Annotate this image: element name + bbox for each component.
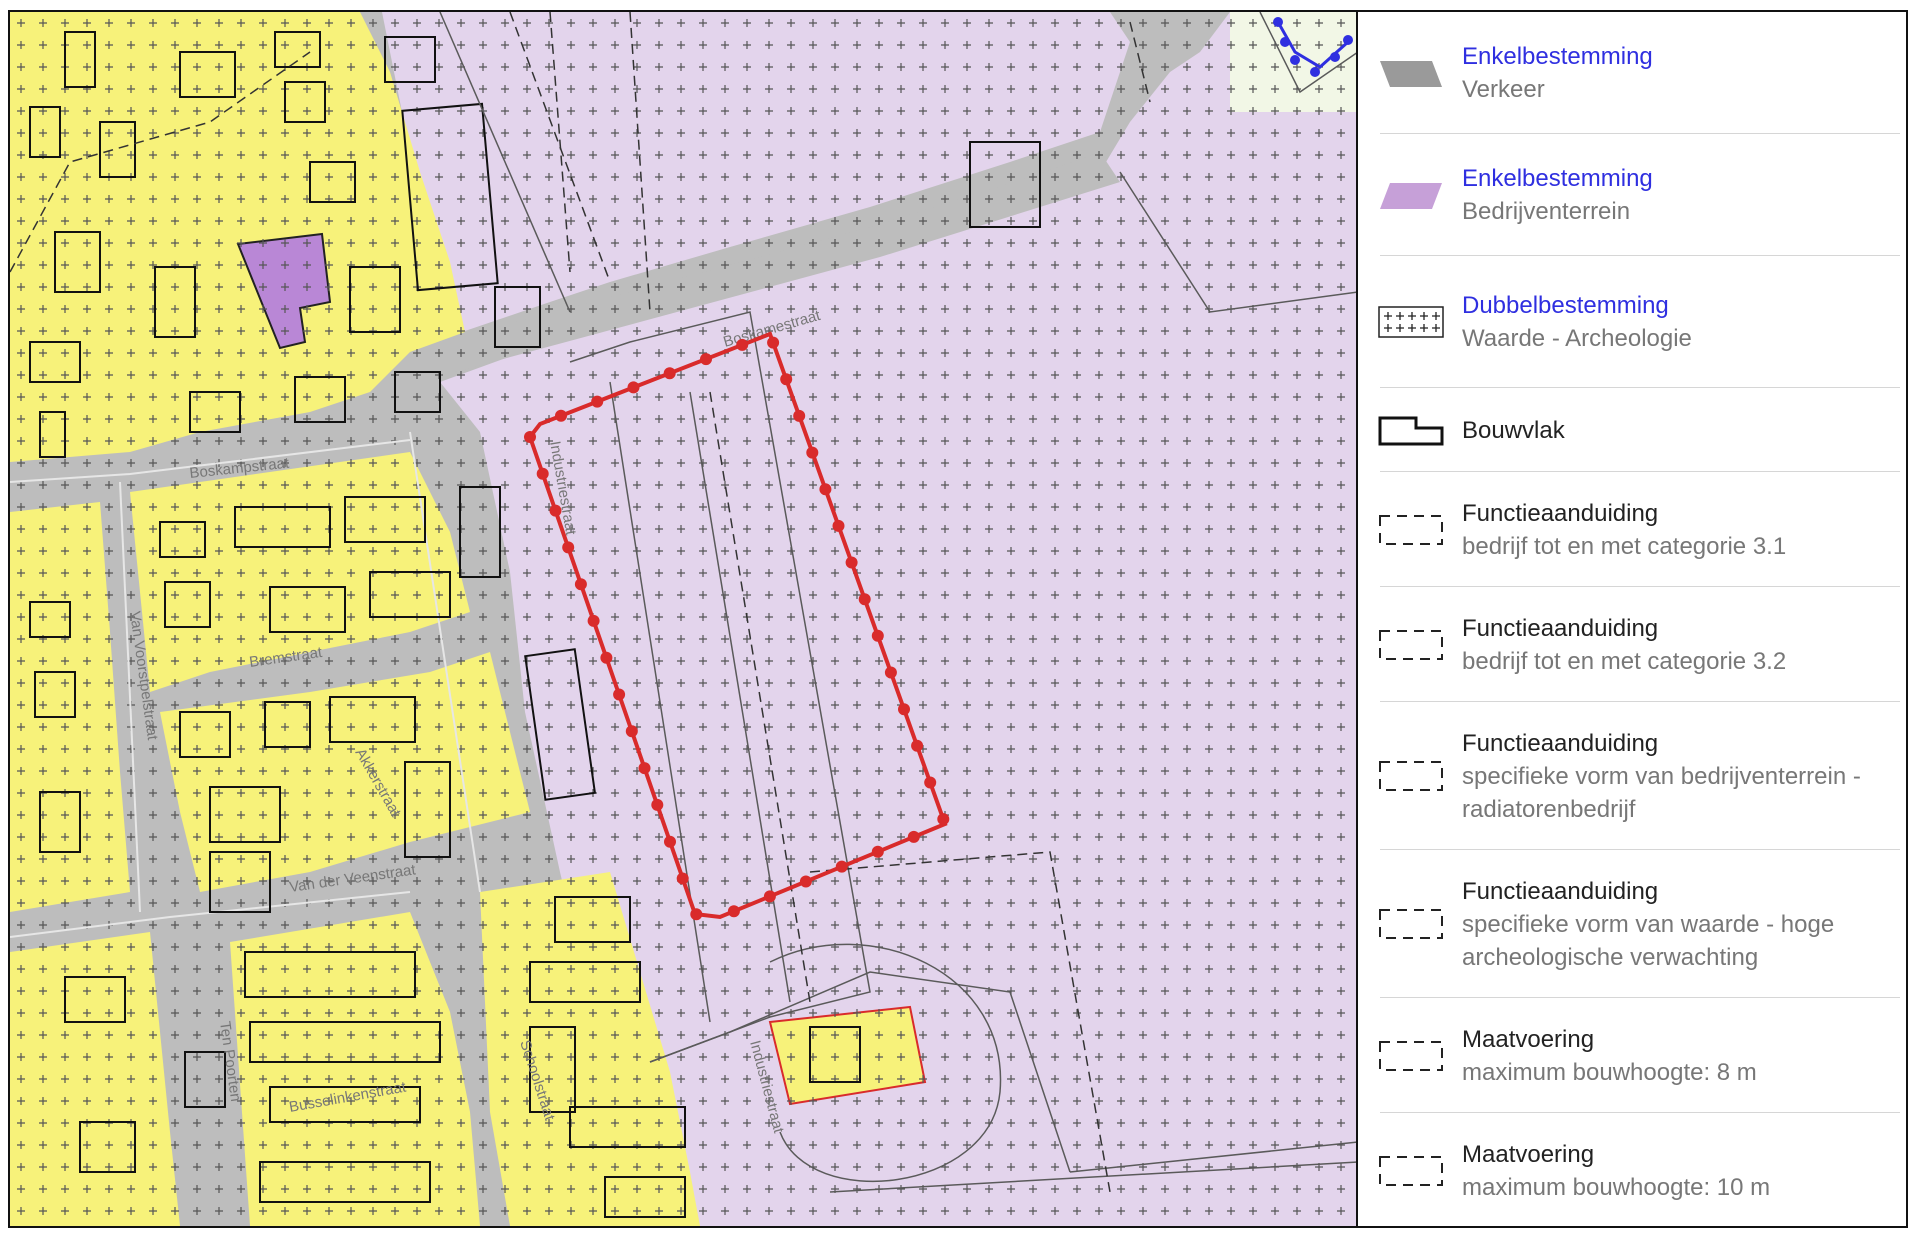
plangebied-vertex [627,381,640,394]
legend-item: Bouwvlak [1358,388,1906,472]
legend-title: Functieaanduiding [1462,729,1659,757]
plangebied-vertex [690,908,703,921]
bouwvlak-icon [1376,410,1446,450]
legend-item: Dubbelbestemming Waarde - Archeologie [1358,256,1906,388]
legend-item: Enkelbestemming Bedrijventerrein [1358,134,1906,256]
legend-item: Enkelbestemming Verkeer [1358,12,1906,134]
fill-bedrijventerrein-icon [1376,175,1446,215]
legend-subtitle: specifieke vorm van bedrijventerrein - r… [1462,762,1861,823]
plangebied-vertex [767,336,780,349]
plangebied-vertex [700,353,712,366]
legend-label: Maatvoering maximum bouwhoogte: 8 m [1462,1023,1896,1089]
plangebied-vertex [832,519,845,532]
plangebied-vertex [871,629,884,642]
legend-label: Enkelbestemming Bedrijventerrein [1462,162,1896,228]
dashed-rect-icon [1376,756,1446,796]
plangebied-vertex [898,703,910,716]
plangebied-vertex [651,798,664,811]
dashed-rect-icon [1376,904,1446,944]
legend-item: Functieaanduiding specifieke vorm van bed… [1358,702,1906,850]
plangebied-vertex [536,467,549,480]
legend-subtitle: bedrijf tot en met categorie 3.1 [1462,532,1787,560]
plangebied-vertex [937,813,950,826]
legend-title: Maatvoering [1462,1140,1595,1168]
legend-title: Dubbelbestemming [1462,292,1669,319]
dashed-rect-icon [1376,1151,1446,1191]
plangebied-vertex [799,875,812,888]
plangebied-vertex [676,872,689,885]
legend-subtitle: Bedrijventerrein [1462,198,1631,225]
legend-subtitle: specifieke vorm van waarde - hoge archeo… [1462,910,1835,971]
plangebied-vertex [780,373,793,386]
plangebied-vertex [600,651,613,664]
legend-subtitle: Waarde - Archeologie [1462,325,1692,352]
legend-subtitle: maximum bouwhoogte: 8 m [1462,1058,1757,1086]
plangebied-vertex [819,483,832,496]
plangebied-vertex [871,845,884,858]
legend-title: Functieaanduiding [1462,499,1659,527]
crosshatch-icon [1376,302,1446,342]
legend-label: Bouwvlak [1462,414,1896,447]
legend-label: Maatvoering maximum bouwhoogte: 10 m [1462,1138,1896,1204]
plangebied-vertex [845,556,858,569]
plangebied-vertex [793,409,806,422]
plangebied-vertex [736,338,749,351]
legend-item: Functieaanduiding bedrijf tot en met cate… [1358,587,1906,702]
plangebied-vertex [562,541,575,554]
legend-label: Functieaanduiding specifieke vorm van waa… [1462,875,1896,974]
legend-item: Maatvoering maximum bouwhoogte: 8 m [1358,998,1906,1113]
plangebied-vertex [555,409,567,422]
legend-label: Functieaanduiding specifieke vorm van bed… [1462,727,1896,826]
plangebied-vertex [663,367,676,380]
legend-item: Functieaanduiding specifieke vorm van waa… [1358,850,1906,998]
plangebied-vertex [625,725,638,738]
legend-subtitle: bedrijf tot en met categorie 3.2 [1462,647,1787,675]
plangebied-vertex [664,835,676,848]
legend-item: Functieaanduiding bedrijf tot en met cate… [1358,472,1906,587]
plangebied-vertex [727,905,740,918]
plangebied-vertex [763,890,776,903]
legend-title: Bouwvlak [1462,416,1565,444]
plangebied-vertex [884,666,897,679]
dashed-rect-icon [1376,625,1446,665]
fill-verkeer-icon [1376,53,1446,93]
plangebied-vertex [907,830,920,843]
plangebied-vertex [858,593,871,606]
plangebied-vertex [911,739,924,752]
plangebied-vertex [613,688,626,701]
legend-panel: Enkelbestemming Verkeer Enkelbestemming Bed… [1356,10,1908,1228]
plangebied-vertex [574,578,587,591]
legend-subtitle: maximum bouwhoogte: 10 m [1462,1173,1771,1201]
legend-title: Functieaanduiding [1462,877,1659,905]
plangebied-vertex [549,504,562,517]
legend-subtitle: Verkeer [1462,76,1545,103]
zoning-map: Boskamestraat Boskampstraat Industriestr… [10,12,1358,1226]
plangebied-vertex [638,762,651,775]
dashed-rect-icon [1376,510,1446,550]
legend-title: Enkelbestemming [1462,43,1653,70]
legend-label: Functieaanduiding bedrijf tot en met cate… [1462,497,1896,563]
legend-label: Functieaanduiding bedrijf tot en met cate… [1462,612,1896,678]
plangebied-vertex [524,431,536,443]
legend-label: Dubbelbestemming Waarde - Archeologie [1462,289,1896,355]
legend-label: Enkelbestemming Verkeer [1462,40,1896,106]
plangebied-vertex [924,776,937,789]
legend-title: Maatvoering [1462,1025,1595,1053]
legend-title: Functieaanduiding [1462,614,1659,642]
plangebied-vertex [806,446,819,459]
legend-title: Enkelbestemming [1462,165,1653,192]
plangebied-vertex [591,395,604,408]
legend-item: Maatvoering maximum bouwhoogte: 10 m [1358,1113,1906,1228]
archeologie-overlay [10,12,1358,1226]
plangebied-vertex [587,614,600,627]
plangebied-vertex [835,860,848,873]
dashed-rect-icon [1376,1036,1446,1076]
map-view[interactable]: Boskamestraat Boskampstraat Industriestr… [8,10,1360,1228]
